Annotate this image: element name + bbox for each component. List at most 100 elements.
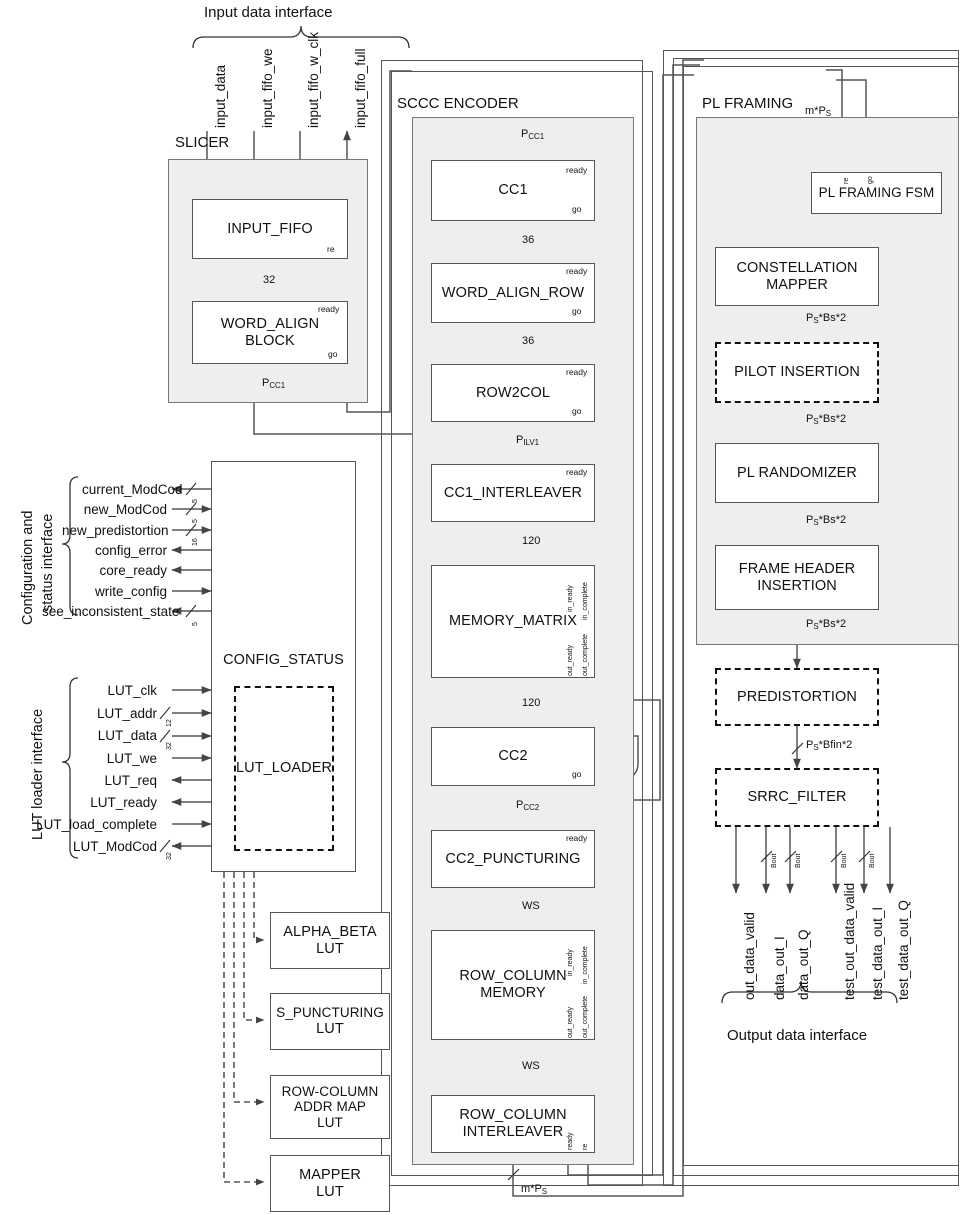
bus-p-cc2: PCC2 [516,799,540,813]
row2col-go-label: go [572,406,582,416]
width-bout-2: Bout [795,853,802,868]
predistortion-label: PREDISTORTION [736,688,857,705]
signal-input_fifo_full: input_fifo_full [353,48,368,128]
bus-width-36-a: 36 [522,234,535,246]
block-memory-matrix-label: MEMORY_MATRIX [448,613,578,630]
block-row2col-label: ROW2COL [475,384,550,401]
bus-width-120-b: 120 [522,697,541,709]
bus-ps-bfin2: PS*Bfin*2 [806,739,853,753]
bus-ps-bs2-a: PS*Bs*2 [806,312,847,326]
config-interface-label-line2: status interface [40,513,56,612]
bus-p-cc1-sccc: PCC1 [521,128,545,142]
signal-LUT_data: LUT_data [97,728,157,743]
signal-LUT_req: LUT_req [104,773,157,788]
signal-input_data: input_data [213,64,228,128]
bus-p-ilv1: PILV1 [516,434,540,448]
rci-ready-label: ready [567,1132,574,1150]
rci-line2: INTERLEAVER [462,1124,564,1140]
ab-line1: ALPHA_BETA [283,923,377,940]
rcm-line2: MEMORY [480,985,546,1001]
mm-out-complete-label: out_complete [582,633,589,676]
fsm-re-label: re [843,177,850,184]
cm-line1: CONSTELLATION [736,259,858,276]
signal-LUT_load_complete: LUT_load_complete [36,817,157,832]
block-s-puncturing-lut: S_PUNCTURING LUT [270,993,390,1050]
width-bout-4: Bout [869,853,876,868]
rcm-out-ready-label: out_ready [567,1006,574,1038]
bus-ps-bs2-b: PS*Bs*2 [806,413,847,427]
cc2-go-label: go [572,769,582,779]
width-new-modcod: 5 [192,519,199,523]
bus-ps-bs2-d: PS*Bs*2 [806,618,847,632]
signal-new_predistortion: new_predistortion [62,523,169,538]
pilot-insertion-label: PILOT INSERTION [734,364,860,381]
rci-line1: ROW_COLUMN [459,1107,567,1124]
ml-line2: LUT [316,1183,344,1200]
srrc-filter-label: SRRC_FILTER [747,789,847,806]
bus-p-cc1-slicer: PCC1 [262,377,286,391]
signal-LUT_we: LUT_we [106,751,157,766]
pl-randomizer-label: PL RANDOMIZER [737,464,857,481]
mm-in-ready-label: in_ready [567,585,574,612]
block-input-fifo: INPUT_FIFO [192,199,348,259]
rcm-line1: ROW_COLUMN [459,968,567,985]
rcm-in-complete-label: in_complete [582,946,589,984]
block-constellation-mapper: CONSTELLATION MAPPER [715,247,879,306]
bus-width-32-b: 32 [263,274,276,286]
bus-ws-a: WS [522,900,540,912]
signal-LUT_ModCod: LUT_ModCod [72,839,157,854]
sccc-region-label: SCCC ENCODER [397,95,519,112]
mm-in-complete-label: in_complete [582,582,589,620]
signal-input_fifo_w_clk: input_fifo_w_clk [306,31,321,128]
bus-width-36-b: 36 [522,335,535,347]
ml-line1: MAPPER [299,1166,361,1183]
signal-new_ModCod: new_ModCod [83,502,167,517]
signal-test_data_out_I: test_data_out_I [870,906,885,1000]
block-cc2: CC2 [431,727,595,786]
block-cc2-label: CC2 [498,748,528,765]
block-frame-header-insertion: FRAME HEADER INSERTION [715,545,879,610]
fhi-line1: FRAME HEADER [738,560,856,577]
width-bout-3: Bout [841,853,848,868]
rcam-line1: ROW-COLUMN [281,1083,379,1099]
rcam-line2: ADDR MAP [293,1099,367,1115]
row2col-ready-label: ready [566,367,588,377]
bus-width-120-a: 120 [522,535,541,547]
block-mapper-lut: MAPPER LUT [270,1155,390,1212]
block-predistortion: PREDISTORTION [715,668,879,726]
block-row-column-addr-map-lut: ROW-COLUMN ADDR MAP LUT [270,1075,390,1139]
bus-ps-bs2-c: PS*Bs*2 [806,514,847,528]
cc2punct-ready-label: ready [566,833,588,843]
config-interface-label-line1: Configuration and [20,510,36,625]
block-word-align-row-label: WORD_ALIGN_ROW [441,284,585,301]
cc1ilv-ready-label: ready [566,467,588,477]
block-cc1-interleaver-label: CC1_INTERLEAVER [443,484,583,501]
sp-line1: S_PUNCTURING [276,1005,384,1021]
width-see-inconsistent: 5 [192,622,199,626]
bus-m-ps-bottom: m*PS [521,1183,548,1197]
slicer-region-label: SLICER [175,134,230,151]
block-cc1-label: CC1 [498,182,528,199]
signal-data_out_Q: data_out_Q [796,929,811,1000]
cc1-ready-label: ready [566,165,588,175]
word-align-line1: WORD_ALIGN [220,315,320,332]
block-pl-randomizer: PL RANDOMIZER [715,443,879,503]
lut-loader-label: LUT_LOADER [235,760,333,777]
sp-line2: LUT [316,1020,344,1037]
fhi-line2: INSERTION [757,577,837,594]
rcm-out-complete-label: out_complete [582,995,589,1038]
block-cc2-puncturing-label: CC2_PUNCTURING [445,850,581,867]
signal-LUT_ready: LUT_ready [90,795,157,810]
input-interface-label: Input data interface [204,4,333,21]
width-lut-addr: 12 [166,719,173,727]
config-status-label: CONFIG_STATUS [223,652,344,668]
rci-re-label: re [582,1143,589,1150]
word-align-ready-label: ready [318,304,340,314]
signal-core_ready: core_ready [99,563,167,578]
plframing-region-label: PL FRAMING [702,95,794,112]
block-diagram-canvas: Input data interface input_data input_fi… [0,0,960,1215]
width-new-predistortion: 16 [192,538,199,546]
block-pilot-insertion: PILOT INSERTION [715,342,879,403]
signal-current_ModCod: current_ModCod [82,482,183,497]
bus-m-ps-top: m*PS [805,105,832,119]
